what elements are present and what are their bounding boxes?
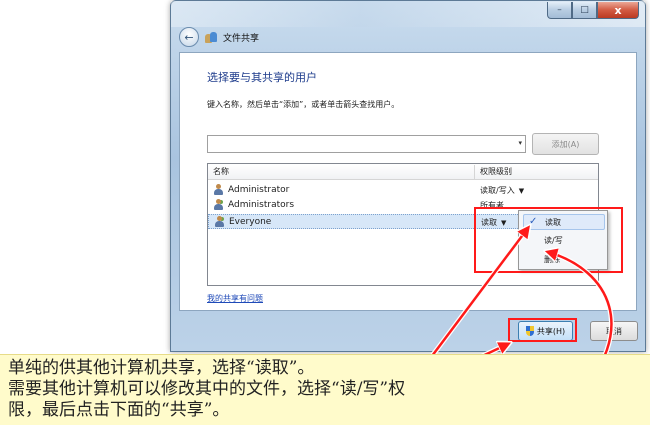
user-name-combobox[interactable]: ▾	[207, 135, 526, 153]
close-button[interactable]: x	[597, 2, 639, 19]
list-item[interactable]: Administrator 读取/写入 ▼	[208, 183, 598, 198]
minimize-button[interactable]: –	[547, 2, 572, 19]
permission-label: 读取/写入	[480, 186, 515, 195]
maximize-button[interactable]: □	[572, 2, 597, 19]
annotation-line: 需要其他计算机可以修改其中的文件，选择“读/写”权	[8, 379, 406, 399]
column-separator[interactable]	[474, 165, 475, 179]
annotation-note: 单纯的供其他计算机共享，选择“读取”。 需要其他计算机可以修改其中的文件，选择“…	[0, 354, 650, 425]
column-header-name[interactable]: 名称	[213, 166, 229, 177]
back-button[interactable]: ←	[179, 27, 199, 47]
column-header-permission[interactable]: 权限级别	[480, 166, 512, 177]
add-button[interactable]: 添加(A)	[532, 133, 599, 155]
row-name: Administrators	[213, 199, 294, 210]
page-heading: 选择要与其共享的用户	[207, 71, 317, 84]
user-group-icon	[213, 199, 224, 210]
shared-users-icon	[205, 31, 218, 44]
list-header: 名称 权限级别	[208, 164, 598, 180]
permission-dropdown[interactable]: 读取/写入 ▼	[480, 185, 524, 196]
row-name: Administrator	[213, 184, 289, 195]
navigation-bar: ← 文件共享	[171, 27, 645, 51]
window-title-text: 文件共享	[223, 34, 260, 44]
sharing-help-link[interactable]: 我的共享有问题	[207, 293, 263, 304]
user-group-icon	[214, 216, 225, 227]
annotation-line: 单纯的供其他计算机共享，选择“读取”。	[8, 358, 315, 378]
cancel-button[interactable]: 取消	[590, 321, 638, 341]
highlight-share-button	[508, 318, 577, 342]
back-arrow-icon: ←	[184, 30, 194, 44]
chevron-down-icon[interactable]: ▾	[518, 139, 522, 147]
highlight-permission-menu	[474, 207, 623, 273]
window-title: 文件共享	[205, 31, 259, 44]
annotation-line: 限，最后点击下面的“共享”。	[8, 400, 230, 420]
user-name-label: Everyone	[229, 216, 272, 227]
caption-buttons: – □ x	[547, 2, 639, 19]
caret-down-icon: ▼	[518, 186, 525, 195]
user-name-label: Administrator	[228, 184, 290, 195]
user-name-label: Administrators	[228, 199, 295, 210]
row-name: Everyone	[214, 216, 271, 227]
file-sharing-window: – □ x ← 文件共享 选择要与其共享的用户 键入名称，然后单击“添加”，或者…	[170, 0, 646, 352]
instruction-text: 键入名称，然后单击“添加”，或者单击箭头查找用户。	[207, 100, 400, 109]
user-icon	[213, 184, 224, 195]
